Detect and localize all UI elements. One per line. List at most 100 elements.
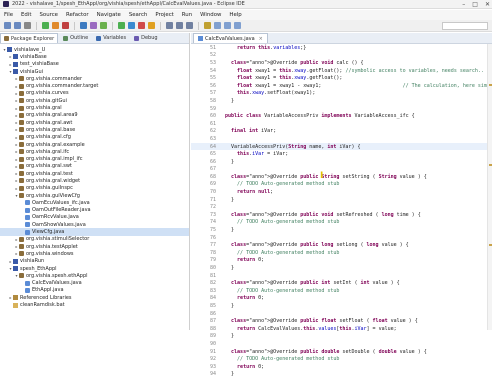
tree-item[interactable]: ▸ org.vishia.gitGui <box>0 97 189 104</box>
code-line[interactable]: 76 <box>191 234 492 242</box>
tree-item[interactable]: ▸ Referenced Libraries <box>0 294 189 301</box>
tree-item[interactable]: ▸ org.vishia.windows <box>0 250 189 257</box>
new-icon[interactable] <box>4 22 11 29</box>
code-line[interactable]: 84 return 0; <box>191 295 492 303</box>
tree-item[interactable]: EthAppl.java <box>0 287 189 294</box>
tree-item[interactable]: ▾ vishiaGui <box>0 68 189 75</box>
tree-item[interactable]: ▸ org.vishia.gral.test <box>0 170 189 177</box>
tab-debug[interactable]: Debug <box>131 33 160 43</box>
debug-perspective-icon[interactable] <box>224 22 231 29</box>
stop-icon[interactable] <box>62 22 69 29</box>
run-last-icon[interactable] <box>118 22 125 29</box>
code-line[interactable]: 51 return this.variables;} <box>191 44 492 52</box>
code-line[interactable]: 66 } <box>191 158 492 166</box>
search-icon[interactable] <box>100 22 107 29</box>
tab-outline[interactable]: Outline <box>60 33 91 43</box>
code-line[interactable]: 63 <box>191 135 492 143</box>
tree-item[interactable]: ▸ org.vishia.testApplet <box>0 243 189 250</box>
menu-window[interactable]: Window <box>200 12 221 18</box>
tree-item[interactable]: ▸ org.vishia.gral.cfg <box>0 134 189 141</box>
open-task-icon[interactable] <box>90 22 97 29</box>
code-line[interactable]: 82 class="anno">@Override public int set… <box>191 279 492 287</box>
tree-item[interactable]: ▸ org.vishia.gral.ifc <box>0 148 189 155</box>
tree-item[interactable]: ▸ org.vishia.gral.widget <box>0 177 189 184</box>
tree-item[interactable]: OamEcuValues_ifc.java <box>0 199 189 206</box>
code-line[interactable]: 85 } <box>191 302 492 310</box>
code-line[interactable]: 81 <box>191 272 492 280</box>
menu-refactor[interactable]: Refactor <box>66 12 89 18</box>
code-area[interactable]: 51 return this.variables;} 52 53 class="an… <box>191 44 492 377</box>
code-line[interactable]: 78 // TODO Auto-generated method stub <box>191 249 492 257</box>
tree-item[interactable]: ▸ org.vishia.gral.awt <box>0 119 189 126</box>
tree-item[interactable]: ▾ org.vishia.spesh.ethAppl <box>0 272 189 279</box>
tree-item[interactable]: ▸ org.vishia.gral <box>0 104 189 111</box>
code-line[interactable]: 87 class="anno">@Override public float s… <box>191 317 492 325</box>
menu-project[interactable]: Project <box>155 12 173 18</box>
tree-item[interactable]: ▾ spesh_EthAppl <box>0 265 189 272</box>
external-tools-icon[interactable] <box>128 22 135 29</box>
code-line[interactable]: 60 public class VariableAccessPriv implem… <box>191 112 492 120</box>
tree-item[interactable]: OamOutFileReader.java <box>0 207 189 214</box>
code-line[interactable]: 57 this.xway.setFloat(xway1); <box>191 90 492 98</box>
tree-item[interactable]: ▸ org.vishia.gral.impl_ifc <box>0 155 189 162</box>
code-line[interactable]: 88 return CalcEvalValues.this.values[thi… <box>191 325 492 333</box>
code-line[interactable]: 74 // TODO Auto-generated method stub <box>191 219 492 227</box>
code-line[interactable]: 70 return null; <box>191 188 492 196</box>
tree-item[interactable]: ▸ org.vishia.gral.example <box>0 141 189 148</box>
menu-file[interactable]: File <box>4 12 13 18</box>
code-line[interactable]: 90 <box>191 340 492 348</box>
save-icon[interactable] <box>14 22 21 29</box>
tree-item[interactable]: ▸ org.vishia.gral.swt <box>0 163 189 170</box>
code-line[interactable]: 64 VariableAccessPriv(String name, int i… <box>191 142 492 151</box>
tree-item[interactable]: ▸ vishiaRun <box>0 258 189 265</box>
minimize-icon[interactable]: – <box>462 1 465 8</box>
coverage-icon[interactable] <box>138 22 145 29</box>
tab-package-explorer[interactable]: Package Explorer <box>0 33 59 43</box>
code-line[interactable]: 89 } <box>191 333 492 341</box>
close-tab-icon[interactable]: × <box>259 36 263 42</box>
tree-item[interactable]: ▸ org.vishia.gral.area9 <box>0 112 189 119</box>
forward-icon[interactable] <box>176 22 183 29</box>
code-line[interactable]: 53 class="anno">@Override public void ca… <box>191 59 492 67</box>
code-line[interactable]: 77 class="anno">@Override public long se… <box>191 241 492 249</box>
perspective-icon[interactable] <box>204 22 211 29</box>
tree-item[interactable]: OamShowValues.java <box>0 221 189 228</box>
code-line[interactable]: 93 return 0; <box>191 363 492 371</box>
code-line[interactable]: 65 this.iVar = iVar; <box>191 150 492 158</box>
tree-item[interactable]: ▸ org.vishia.guiInspc <box>0 185 189 192</box>
tree-item[interactable]: cleanRamdisk.bat <box>0 301 189 308</box>
tree-item[interactable]: ViewCfg.java <box>0 228 189 236</box>
code-line[interactable]: 92 // TODO Auto-generated method stub <box>191 355 492 363</box>
code-line[interactable]: 83 // TODO Auto-generated method stub <box>191 287 492 295</box>
code-line[interactable]: 79 return 0; <box>191 257 492 265</box>
quick-access-field[interactable] <box>442 22 488 30</box>
tree-item[interactable]: ▸ test_vishiaBase <box>0 61 189 68</box>
code-line[interactable]: 69 // TODO Auto-generated method stub <box>191 181 492 189</box>
tree-item[interactable]: ▸ org.vishia.stimuliSelector <box>0 236 189 243</box>
code-line[interactable]: 61 <box>191 120 492 128</box>
menu-run[interactable]: Run <box>182 12 192 18</box>
code-line[interactable]: 91 class="anno">@Override public double … <box>191 348 492 356</box>
menu-search[interactable]: Search <box>129 12 148 18</box>
maximize-icon[interactable]: □ <box>472 1 478 8</box>
print-icon[interactable] <box>24 22 31 29</box>
code-line[interactable]: 55 float xway1 = this.xway.getFloat(); <box>191 74 492 82</box>
tree-item[interactable]: ▸ org.vishia.commander.target <box>0 82 189 89</box>
code-line[interactable]: 59 <box>191 105 492 113</box>
code-line[interactable]: 86 <box>191 310 492 318</box>
tree-item[interactable]: ▸ vishiaBase <box>0 53 189 60</box>
tree-item[interactable]: ▸ org.vishia.curves <box>0 90 189 97</box>
menu-navigate[interactable]: Navigate <box>97 12 121 18</box>
code-line[interactable]: 73 class="anno">@Override public void se… <box>191 211 492 219</box>
java-perspective-icon[interactable] <box>214 22 221 29</box>
tree-item[interactable]: ▸ org.vishia.commander <box>0 75 189 82</box>
code-line[interactable]: 56 float xway1 = xway1 - xway1; // The c… <box>191 82 492 90</box>
code-line[interactable]: 58 } <box>191 97 492 105</box>
menu-edit[interactable]: Edit <box>21 12 31 18</box>
tree-item[interactable]: OamRcvValue.java <box>0 214 189 221</box>
code-line[interactable]: 52 <box>191 52 492 60</box>
history-icon[interactable] <box>186 22 193 29</box>
tree-item[interactable]: ▾ vishialave_U <box>0 46 189 53</box>
run-icon[interactable] <box>52 22 59 29</box>
code-line[interactable]: 71 } <box>191 196 492 204</box>
